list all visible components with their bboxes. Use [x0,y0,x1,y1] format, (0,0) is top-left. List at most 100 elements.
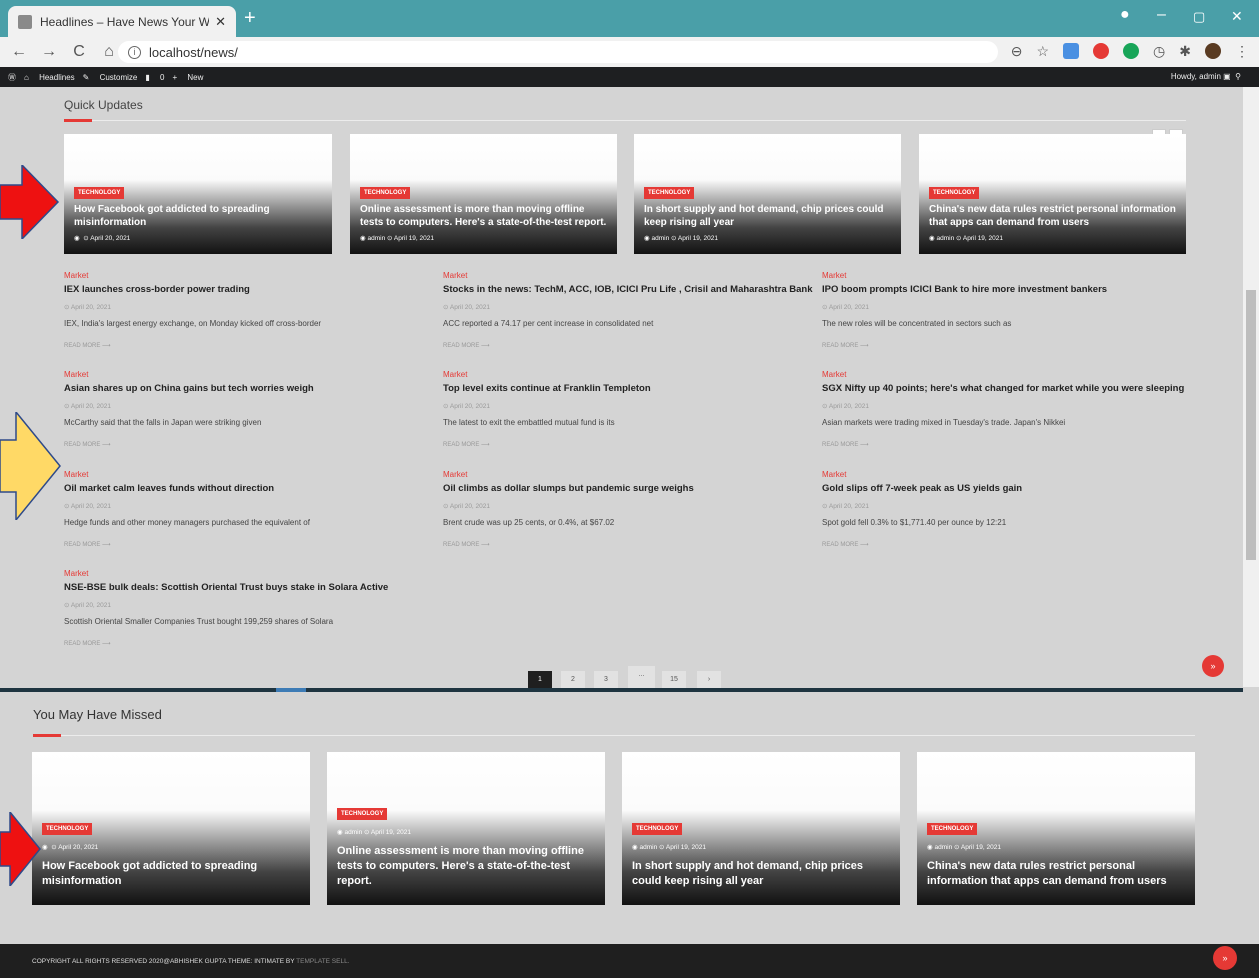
missed-card[interactable]: TECHNOLOGY ◉ admin ⊙ April 19, 2021 Onli… [327,752,605,905]
back-to-top-button[interactable]: » [1202,655,1224,677]
bookmark-star-icon[interactable]: ☆ [1036,43,1049,60]
admin-new-link[interactable]: + New [172,73,203,82]
page-15-button[interactable]: 15 [662,671,686,689]
reload-icon[interactable]: C [68,43,90,61]
article-item: Market NSE-BSE bulk deals: Scottish Orie… [64,569,464,647]
back-icon[interactable]: ← [8,43,30,61]
article-title[interactable]: IEX launches cross-border power trading [64,284,424,295]
featured-card[interactable]: TECHNOLOGY China's new data rules restri… [919,134,1186,254]
footer-link[interactable]: TEMPLATE SELL. [296,958,349,965]
card-headline[interactable]: In short supply and hot demand, chip pri… [644,203,891,229]
menu-kebab-icon[interactable]: ⋮ [1235,43,1249,60]
admin-customize-link[interactable]: ✎ Customize [83,73,138,82]
article-title[interactable]: Stocks in the news: TechM, ACC, IOB, ICI… [443,284,813,295]
admin-site-link[interactable]: ⌂ Headlines [24,73,75,82]
missed-card[interactable]: TECHNOLOGY ◉ admin ⊙ April 19, 2021 In s… [622,752,900,905]
card-headline[interactable]: In short supply and hot demand, chip pri… [632,859,890,889]
category-badge[interactable]: TECHNOLOGY [42,823,93,835]
admin-comments-link[interactable]: ▮ 0 [145,73,164,82]
category-badge[interactable]: TECHNOLOGY [929,187,980,199]
card-headline[interactable]: China's new data rules restrict personal… [929,203,1176,229]
article-category[interactable]: Market [64,569,464,578]
section-divider [33,735,1195,736]
category-badge[interactable]: TECHNOLOGY [360,187,411,199]
featured-card[interactable]: TECHNOLOGY Online assessment is more tha… [350,134,617,254]
read-more-link[interactable]: READ MORE ⟶ [822,541,1222,548]
card-date: admin ⊙ April 19, 2021 [367,235,434,242]
page-2-button[interactable]: 2 [561,671,585,689]
article-title[interactable]: Top level exits continue at Franklin Tem… [443,383,813,394]
article-category[interactable]: Market [443,271,813,280]
read-more-link[interactable]: READ MORE ⟶ [443,541,813,548]
minimize-button[interactable]: – [1157,6,1166,24]
read-more-link[interactable]: READ MORE ⟶ [64,342,424,349]
article-category[interactable]: Market [822,370,1232,379]
close-tab-icon[interactable]: ✕ [215,14,226,30]
read-more-link[interactable]: READ MORE ⟶ [64,541,424,548]
read-more-link[interactable]: READ MORE ⟶ [443,342,813,349]
card-headline[interactable]: How Facebook got addicted to spreading m… [42,859,300,889]
category-badge[interactable]: TECHNOLOGY [337,808,388,820]
article-category[interactable]: Market [64,470,424,479]
article-category[interactable]: Market [822,470,1222,479]
article-title[interactable]: Gold slips off 7-week peak as US yields … [822,483,1222,494]
article-category[interactable]: Market [64,271,424,280]
article-title[interactable]: Oil climbs as dollar slumps but pandemic… [443,483,813,494]
admin-comments-count: 0 [160,72,165,82]
article-title[interactable]: Oil market calm leaves funds without dir… [64,483,424,494]
article-category[interactable]: Market [443,370,813,379]
category-badge[interactable]: TECHNOLOGY [927,823,978,835]
window-close-button[interactable]: ✕ [1231,8,1243,25]
favicon-icon [18,14,32,29]
article-title[interactable]: SGX Nifty up 40 points; here's what chan… [822,383,1232,394]
category-badge[interactable]: TECHNOLOGY [632,823,683,835]
card-meta: ◉ admin ⊙ April 19, 2021 [337,829,411,836]
zoom-icon[interactable]: ⊖ [1011,43,1023,60]
category-badge[interactable]: TECHNOLOGY [644,187,695,199]
category-badge[interactable]: TECHNOLOGY [74,187,125,199]
forward-icon[interactable]: → [38,43,60,61]
article-title[interactable]: Asian shares up on China gains but tech … [64,383,424,394]
footer-back-to-top-button[interactable]: » [1213,946,1237,970]
extension-grammarly-icon[interactable] [1123,43,1140,59]
extension-opera-icon[interactable] [1093,43,1110,59]
address-bar[interactable]: i localhost/news/ [118,41,998,63]
card-headline[interactable]: China's new data rules restrict personal… [927,859,1185,889]
page-3-button[interactable]: 3 [594,671,618,689]
profile-icon[interactable]: ● [1120,6,1130,24]
maximize-button[interactable]: ▢ [1193,9,1205,25]
missed-card[interactable]: TECHNOLOGY ◉ ⊙ April 20, 2021 How Facebo… [32,752,310,905]
page-next-button[interactable]: › [697,671,721,689]
extensions-puzzle-icon[interactable]: ✱ [1179,43,1191,60]
article-category[interactable]: Market [64,370,424,379]
card-headline[interactable]: How Facebook got addicted to spreading m… [74,203,322,229]
article-title[interactable]: NSE-BSE bulk deals: Scottish Oriental Tr… [64,582,464,593]
featured-card[interactable]: TECHNOLOGY How Facebook got addicted to … [64,134,332,254]
article-category[interactable]: Market [443,470,813,479]
site-info-icon[interactable]: i [128,45,141,59]
browser-tab[interactable]: Headlines – Have News Your Way ✕ [8,6,236,37]
missed-card[interactable]: TECHNOLOGY ◉ admin ⊙ April 19, 2021 Chin… [917,752,1195,905]
card-headline[interactable]: Online assessment is more than moving of… [337,844,595,889]
extension-translate-icon[interactable] [1063,43,1080,59]
page-1-button[interactable]: 1 [528,671,552,689]
admin-account-link[interactable]: Howdy, admin ▣ ⚲ [1163,72,1241,81]
read-more-link[interactable]: READ MORE ⟶ [443,441,813,448]
read-more-link[interactable]: READ MORE ⟶ [64,441,424,448]
read-more-link[interactable]: READ MORE ⟶ [822,441,1232,448]
article-excerpt: The latest to exit the embattled mutual … [443,418,615,427]
admin-site-label: Headlines [39,72,75,82]
scrollbar-thumb[interactable] [1246,290,1256,560]
read-more-link[interactable]: READ MORE ⟶ [64,640,464,647]
home-icon[interactable]: ⌂ [98,43,120,61]
new-tab-button[interactable]: + [244,8,256,28]
featured-card[interactable]: TECHNOLOGY In short supply and hot deman… [634,134,901,254]
read-more-link[interactable]: READ MORE ⟶ [822,342,1222,349]
wordpress-logo-icon[interactable]: Ⓦ [8,72,16,83]
article-title[interactable]: IPO boom prompts ICICI Bank to hire more… [822,284,1222,295]
card-headline[interactable]: Online assessment is more than moving of… [360,203,607,229]
article-category[interactable]: Market [822,271,1222,280]
profile-avatar-icon[interactable] [1205,43,1221,59]
extension-clock-icon[interactable]: ◷ [1153,43,1165,60]
article-date: ⊙ April 20, 2021 [64,304,112,311]
